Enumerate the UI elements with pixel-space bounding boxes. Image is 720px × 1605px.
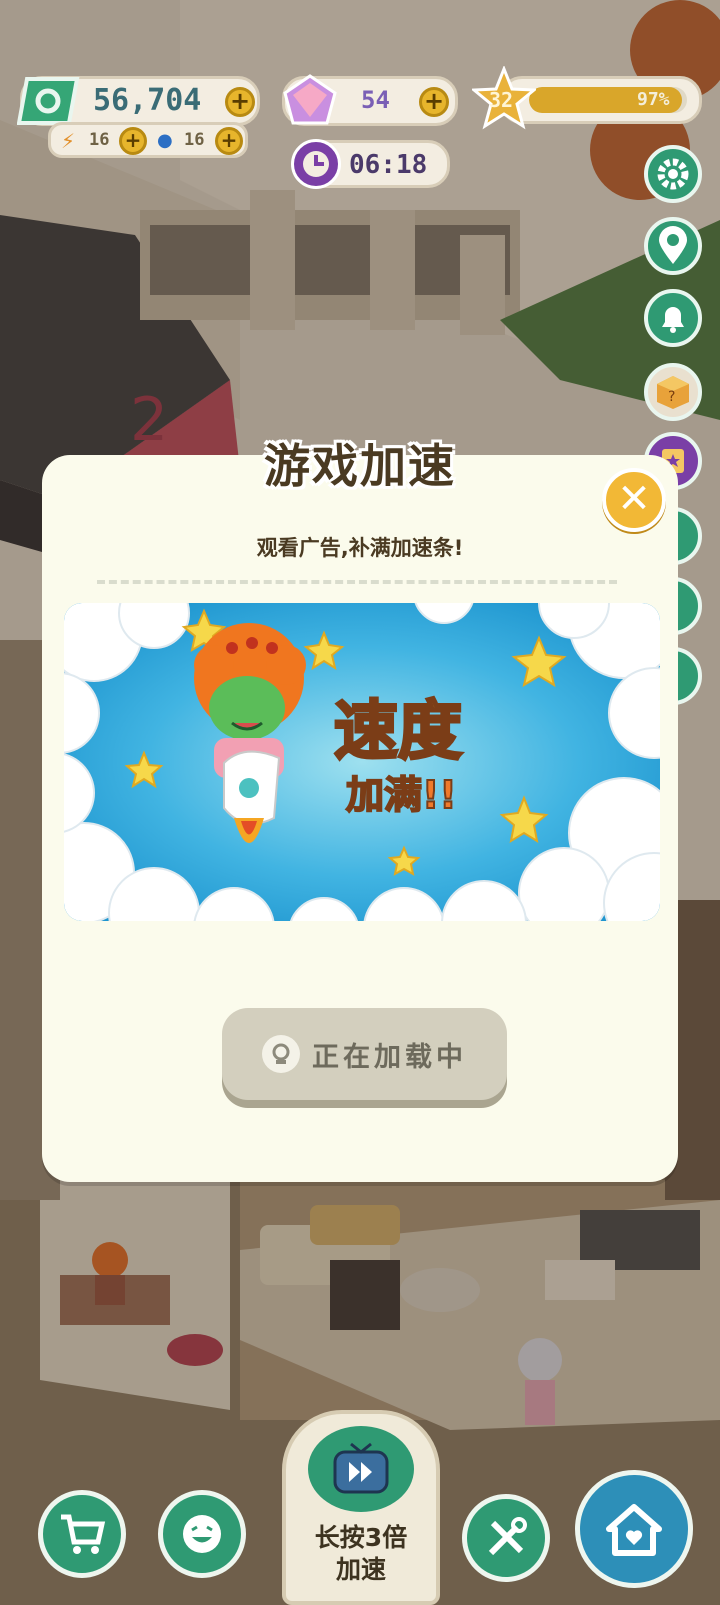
speed-boost-label-line2: 加速 [335,1555,386,1584]
add-money-button[interactable]: + [225,87,255,117]
gem-value: 54 [361,86,390,114]
home-decor-button[interactable] [575,1470,693,1588]
speed-boost-button[interactable]: 长按3倍 加速 [282,1410,440,1605]
close-icon: ✕ [617,476,651,522]
add-water-button[interactable]: + [215,127,243,155]
add-gems-button[interactable]: + [419,87,449,117]
notifications-button[interactable] [644,289,702,347]
resource-counters: ⚡ 16 + ● 16 + [48,122,248,158]
home-heart-icon [606,1504,662,1556]
bell-icon [662,307,684,333]
water-value: 16 [184,130,205,150]
shop-button[interactable] [38,1490,126,1578]
water-drop-icon: ● [157,130,173,151]
tv-fast-forward-icon [308,1426,414,1512]
money-icon [16,75,81,127]
svg-text:?: ? [668,389,675,405]
settings-button[interactable] [644,145,702,203]
ad-banner-image: 速度 加满!! [64,603,660,921]
mystery-box-button[interactable]: ? [644,363,702,421]
gem-counter[interactable]: 54 + [282,74,458,126]
add-energy-button[interactable]: + [119,127,147,155]
shopping-cart-icon [61,1514,106,1554]
speed-boost-label-line1: 长按3倍 [314,1523,408,1552]
gem-icon [281,73,339,135]
build-tools-button[interactable] [462,1494,550,1582]
location-button[interactable] [644,217,702,275]
dialog-subtitle: 观看广告,补满加速条! [256,536,464,560]
wrench-hammer-icon [488,1517,527,1556]
loading-icon [262,1035,300,1073]
emotes-button[interactable] [158,1490,246,1578]
map-pin-icon [659,226,687,264]
banner-text-line2: 加满!! [346,773,457,817]
level-value: 32 [489,88,514,112]
banner-text-line1: 速度 [334,695,462,769]
close-button[interactable]: ✕ [602,468,666,532]
energy-icon: ⚡ [61,129,76,153]
dashed-divider [97,580,617,584]
energy-value: 16 [89,130,110,150]
event-timer: 06:18 [291,139,450,189]
speed-full-illustration: 速度 加满!! [64,603,660,921]
clock-icon [291,139,341,189]
gear-icon [657,158,689,190]
money-counter[interactable]: 56,704 + [16,75,260,127]
loading-label: 正在加载中 [312,1041,467,1073]
xp-percent: 97% [637,89,670,110]
smiley-face-icon [183,1515,221,1553]
loading-ad-button[interactable]: 正在加载中 [222,1008,507,1100]
mystery-box-icon: ? [657,376,689,409]
money-value: 56,704 [93,83,202,118]
timer-value: 06:18 [349,150,428,180]
